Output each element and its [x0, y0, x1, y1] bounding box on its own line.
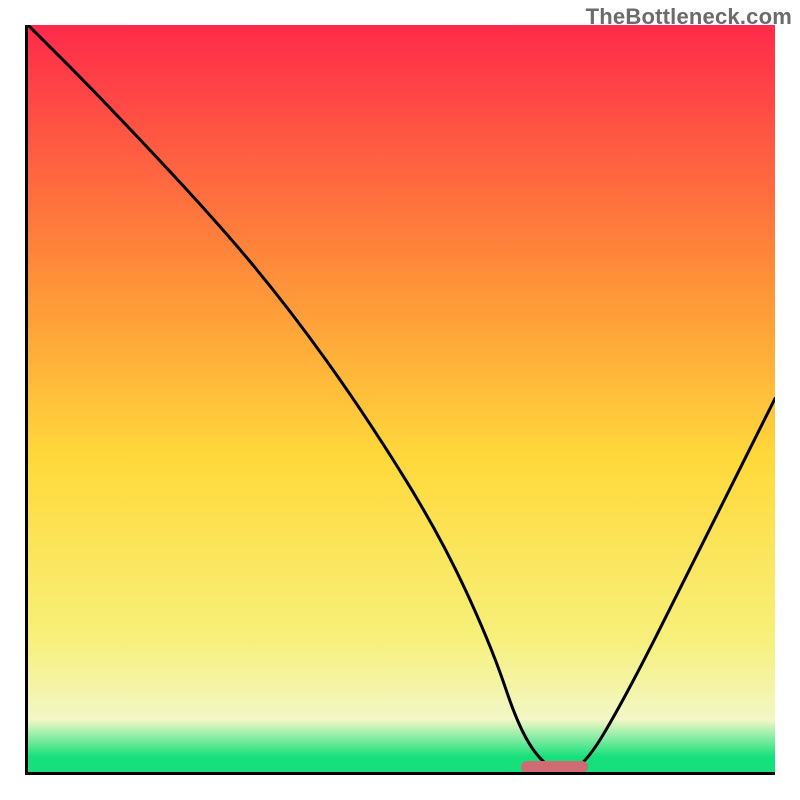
optimal-range-marker	[521, 761, 588, 773]
bottleneck-curve	[28, 25, 775, 772]
chart-container: TheBottleneck.com	[0, 0, 800, 800]
plot-area	[25, 25, 775, 775]
